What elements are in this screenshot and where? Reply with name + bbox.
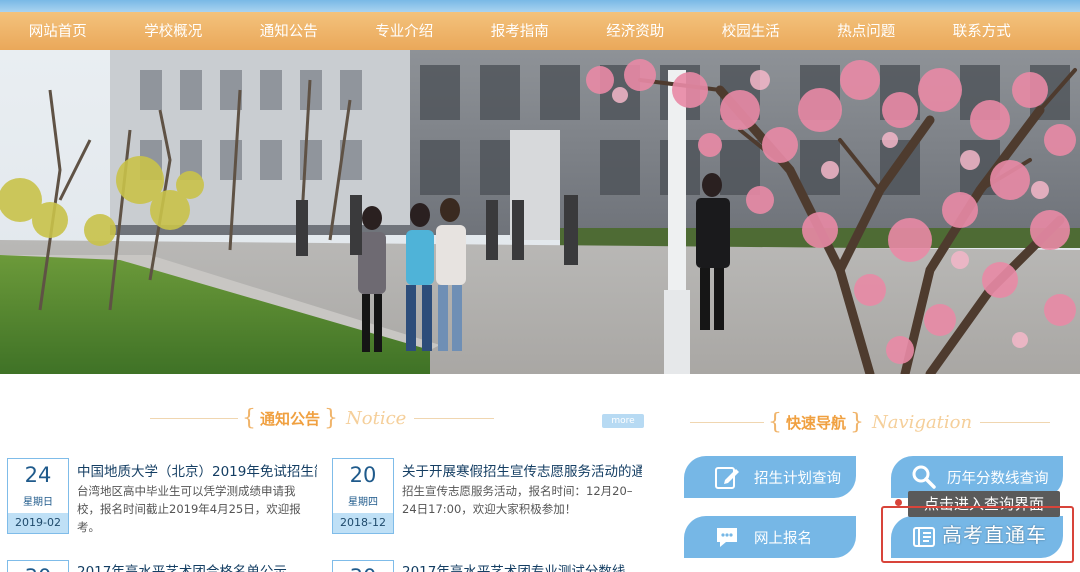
- nav-admission-guide[interactable]: 报考指南: [462, 12, 578, 50]
- nav-notices[interactable]: 通知公告: [231, 12, 347, 50]
- quicknav-title-cn: 快速导航: [786, 413, 847, 432]
- quicknav-title-en: Navigation: [872, 411, 973, 433]
- nav-hot-questions[interactable]: 热点问题: [809, 12, 925, 50]
- bracket-close: }: [324, 405, 339, 431]
- date-weekday: 星期四: [348, 497, 378, 508]
- online-registration-button[interactable]: 网上报名: [684, 516, 856, 558]
- bracket-close: }: [850, 409, 865, 435]
- date-year-month: 2019-02: [8, 513, 68, 533]
- button-label: 网上报名: [754, 530, 812, 547]
- news-item[interactable]: 30 2017年高水平艺术团专业测试分数线: [332, 560, 642, 572]
- news-title[interactable]: 2017年高水平艺术团合格名单公示: [77, 560, 317, 572]
- news-item[interactable]: 20 星期四 2018-12 关于开展寒假招生宣传志愿服务活动的通知 招生宣传志…: [332, 458, 642, 548]
- news-title[interactable]: 中国地质大学（北京）2019年免试招生简章: [77, 460, 317, 480]
- bracket-open: {: [768, 409, 782, 435]
- news-item[interactable]: 24 星期日 2019-02 中国地质大学（北京）2019年免试招生简章 台湾地…: [7, 458, 317, 548]
- divider: [690, 421, 764, 423]
- news-summary: 招生宣传志愿服务活动，报名时间：12月20–24日17:00，欢迎大家积极参加！: [402, 484, 633, 516]
- notice-title-en: Notice: [346, 407, 407, 429]
- date-day: 24: [24, 463, 52, 487]
- date-day: 30: [333, 565, 393, 572]
- notice-title-cn: 通知公告: [260, 409, 321, 428]
- notice-section-header: { 通知公告 } Notice: [150, 404, 495, 432]
- divider: [150, 417, 238, 419]
- date-year-month: 2018-12: [333, 513, 393, 533]
- news-title[interactable]: 2017年高水平艺术团专业测试分数线: [402, 560, 642, 572]
- nav-school-overview[interactable]: 学校概况: [116, 12, 232, 50]
- banner-slideshow[interactable]: [0, 50, 1080, 374]
- nav-campus-life[interactable]: 校园生活: [693, 12, 809, 50]
- date-day: 20: [349, 463, 377, 487]
- date-weekday: 星期日: [23, 497, 53, 508]
- search-icon: [912, 465, 936, 489]
- nav-contact[interactable]: 联系方式: [924, 12, 1040, 50]
- date-badge: 30: [7, 560, 69, 572]
- button-label: 招生计划查询: [754, 470, 841, 487]
- main-nav: 网站首页 学校概况 通知公告 专业介绍 报考指南 经济资助 校园生活 热点问题 …: [0, 12, 1080, 50]
- divider: [980, 421, 1051, 423]
- nav-majors[interactable]: 专业介绍: [347, 12, 463, 50]
- notice-more-button[interactable]: more: [602, 414, 644, 428]
- top-strip: [0, 0, 1080, 12]
- chat-bubble-icon: [717, 528, 737, 547]
- button-label: 历年分数线查询: [947, 470, 1049, 487]
- bracket-open: {: [242, 405, 256, 431]
- campus-photo: [0, 50, 1080, 374]
- edit-icon: [715, 467, 739, 489]
- news-summary: 台湾地区高中毕业生可以凭学测成绩申请我校，报名时间截止2019年4月25日，欢迎…: [77, 484, 301, 534]
- nav-home[interactable]: 网站首页: [0, 12, 116, 50]
- date-badge: 24 星期日 2019-02: [7, 458, 69, 534]
- divider: [414, 417, 495, 419]
- quicknav-section-header: { 快速导航 } Navigation: [690, 408, 1051, 436]
- news-item[interactable]: 30 2017年高水平艺术团合格名单公示: [7, 560, 317, 572]
- enrollment-plan-button[interactable]: 招生计划查询: [684, 456, 856, 498]
- date-day: 30: [8, 565, 68, 572]
- date-badge: 20 星期四 2018-12: [332, 458, 394, 534]
- date-badge: 30: [332, 560, 394, 572]
- gaokao-express-label[interactable]: 高考直通车: [942, 519, 1047, 548]
- nav-financial-aid[interactable]: 经济资助: [578, 12, 694, 50]
- tooltip-marker: [895, 499, 902, 506]
- news-title[interactable]: 关于开展寒假招生宣传志愿服务活动的通知: [402, 460, 642, 480]
